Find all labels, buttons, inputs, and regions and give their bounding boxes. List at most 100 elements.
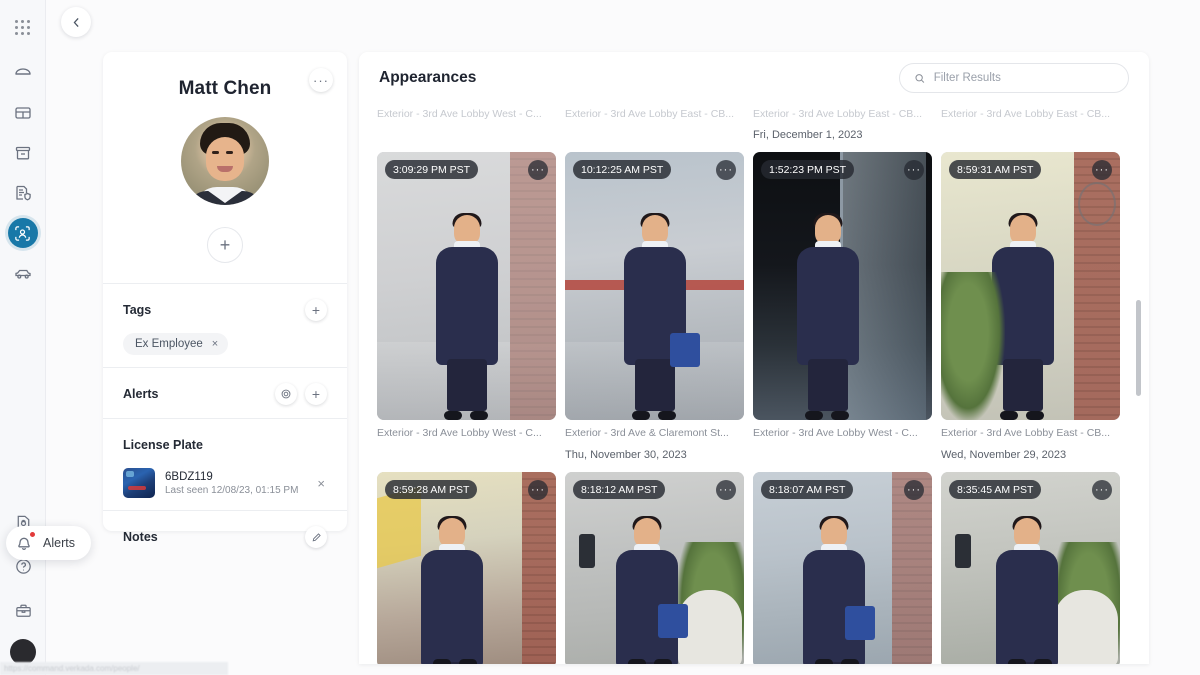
appearance-card[interactable]: 8:59:28 AM PST ···	[377, 472, 556, 664]
license-plate-thumbnail[interactable]	[123, 468, 155, 498]
card-menu-button[interactable]: ···	[528, 160, 548, 180]
remove-tag-icon[interactable]: ×	[212, 338, 218, 350]
card-menu-button[interactable]: ···	[716, 160, 736, 180]
add-tag-button[interactable]: +	[305, 299, 327, 321]
person-photo[interactable]	[181, 117, 269, 205]
appearances-title: Appearances	[379, 69, 477, 86]
card-menu-button[interactable]: ···	[528, 480, 548, 500]
tag-label: Ex Employee	[135, 338, 203, 350]
tags-title: Tags	[123, 303, 152, 317]
profile-menu-button[interactable]: ···	[309, 68, 333, 92]
date-label	[377, 449, 556, 466]
sidebar-item-vehicles[interactable]	[8, 258, 38, 288]
alerts-button[interactable]: Alerts	[6, 526, 91, 560]
date-label	[941, 129, 1120, 146]
notes-section-header: Notes	[123, 524, 327, 550]
license-plate-rule	[103, 510, 347, 511]
appearances-scroll-area[interactable]: Exterior - 3rd Ave Lobby West - C... Ext…	[359, 104, 1149, 664]
alerts-label: Alerts	[43, 536, 75, 550]
appearances-grid: Exterior - 3rd Ave Lobby West - C... Ext…	[359, 108, 1149, 664]
card-scene	[941, 152, 1120, 420]
partial-caption-row: Exterior - 3rd Ave Lobby West - C... Ext…	[377, 108, 1131, 120]
tags-actions: +	[305, 299, 327, 321]
card-timestamp: 3:09:29 PM PST	[385, 160, 479, 179]
card-menu-button[interactable]: ···	[904, 160, 924, 180]
back-button[interactable]	[61, 7, 91, 37]
caption-row: Exterior - 3rd Ave Lobby West - C... Ext…	[377, 427, 1131, 439]
license-plate-section-header: License Plate	[123, 432, 327, 458]
tags-rule	[103, 367, 347, 368]
caption-partial: Exterior - 3rd Ave Lobby East - CB...	[941, 108, 1111, 120]
appearances-panel: Appearances Exterior - 3rd Ave Lobby Wes…	[359, 52, 1149, 664]
card-scene	[377, 472, 556, 664]
card-scene	[565, 152, 744, 420]
sidebar-item-people[interactable]	[7, 218, 38, 248]
card-scene	[565, 472, 744, 664]
appearance-card[interactable]: 8:18:12 AM PST ···	[565, 472, 744, 664]
scene-plant	[941, 272, 1005, 420]
date-label	[753, 449, 932, 466]
card-scene	[941, 472, 1120, 664]
card-timestamp: 10:12:25 AM PST	[573, 160, 672, 179]
sidebar-item-storage[interactable]	[8, 138, 38, 168]
date-label: Thu, November 30, 2023	[565, 449, 687, 461]
appearance-card[interactable]: 10:12:25 AM PST ···	[565, 152, 744, 420]
scene-card-reader	[955, 534, 971, 568]
photo-eye-left	[212, 151, 219, 154]
card-scene	[753, 472, 932, 664]
chevron-left-icon	[73, 17, 79, 27]
alerts-settings-button[interactable]	[275, 383, 297, 405]
card-caption: Exterior - 3rd Ave Lobby West - C...	[377, 427, 542, 439]
alerts-title: Alerts	[123, 387, 159, 401]
person-profile-card: ··· Matt Chen + Tags + Ex Employee × Ale…	[103, 52, 347, 548]
date-separator-row: Fri, December 1, 2023	[377, 129, 1131, 146]
appearances-scrollbar-thumb[interactable]	[1136, 300, 1141, 396]
scene-person	[426, 213, 508, 420]
sidebar-item-audit[interactable]	[8, 178, 38, 208]
edit-notes-button[interactable]	[305, 526, 327, 548]
appearance-card[interactable]: 8:18:07 AM PST ···	[753, 472, 932, 664]
date-label	[377, 129, 556, 146]
scene-person	[787, 213, 869, 420]
appearance-card[interactable]: 8:35:45 AM PST ···	[941, 472, 1120, 664]
scene-bag	[669, 333, 700, 367]
add-photo-button[interactable]: +	[207, 227, 243, 263]
filter-results-search[interactable]	[899, 63, 1129, 93]
caption-partial: Exterior - 3rd Ave Lobby West - C...	[377, 108, 542, 120]
license-plate-last-seen: Last seen 12/08/23, 01:15 PM	[165, 484, 299, 496]
plate-thumb-glow	[126, 471, 134, 477]
card-timestamp: 8:35:45 AM PST	[949, 480, 1042, 499]
sidebar-item-cameras[interactable]	[8, 58, 38, 88]
license-plate-number: 6BDZ119	[165, 470, 213, 483]
card-caption: Exterior - 3rd Ave Lobby West - C...	[753, 427, 918, 439]
appearance-card-row: 3:09:29 PM PST ··· 10:12:25 AM PST ··· 1…	[377, 152, 1131, 420]
card-menu-button[interactable]: ···	[1092, 160, 1112, 180]
card-timestamp: 1:52:23 PM PST	[761, 160, 855, 179]
scene-person	[610, 516, 689, 664]
scene-person	[415, 516, 489, 664]
card-scene	[753, 152, 932, 420]
card-menu-button[interactable]: ···	[716, 480, 736, 500]
tag-chip[interactable]: Ex Employee ×	[123, 333, 229, 355]
card-scene	[377, 152, 556, 420]
card-menu-button[interactable]: ···	[1092, 480, 1112, 500]
app-grid-dots	[15, 19, 30, 35]
toolbox-icon[interactable]	[8, 595, 38, 625]
date-label	[565, 129, 744, 146]
add-alert-button[interactable]: +	[305, 383, 327, 405]
sidebar-item-floorplans[interactable]	[8, 98, 38, 128]
license-plate-row[interactable]: 6BDZ119 Last seen 12/08/23, 01:15 PM ×	[123, 468, 327, 498]
appearance-card[interactable]: 1:52:23 PM PST ···	[753, 152, 932, 420]
alerts-rule	[103, 418, 347, 419]
remove-license-plate-icon[interactable]: ×	[315, 476, 327, 491]
plate-thumb-taillight	[128, 486, 146, 490]
appearance-card[interactable]: 3:09:29 PM PST ···	[377, 152, 556, 420]
page-title: Matt Chen	[178, 78, 272, 99]
app-grid-icon[interactable]	[8, 12, 38, 42]
search-input[interactable]	[933, 72, 1114, 84]
license-plate-title: License Plate	[123, 438, 203, 452]
card-menu-button[interactable]: ···	[904, 480, 924, 500]
appearance-card[interactable]: 8:59:31 AM PST ···	[941, 152, 1120, 420]
scene-person	[614, 213, 700, 420]
card-timestamp: 8:59:31 AM PST	[949, 160, 1042, 179]
